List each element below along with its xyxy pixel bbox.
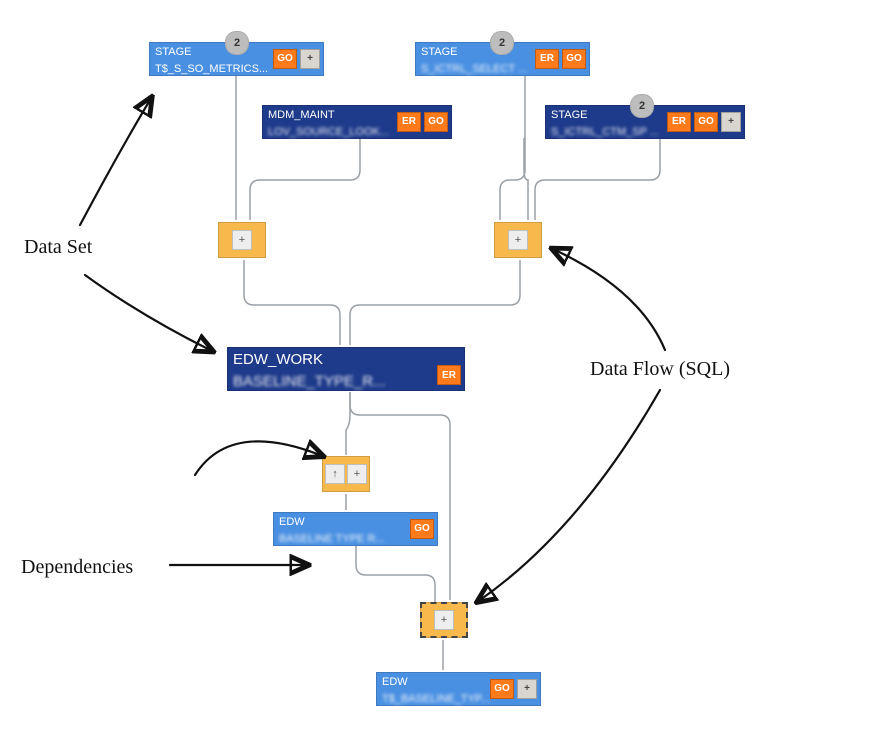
expand-icon[interactable]: + bbox=[517, 679, 537, 699]
expand-icon[interactable]: + bbox=[232, 230, 252, 250]
count-pill: 2 bbox=[490, 31, 514, 55]
node-title: EDW_WORK bbox=[227, 347, 465, 369]
mdm-maint-node[interactable]: MDM_MAINT LOV_SOURCE_LOOK... ER GO bbox=[262, 105, 452, 139]
node-subtitle: BASELINE_TYPE_R... bbox=[227, 369, 465, 391]
go-badge[interactable]: GO bbox=[410, 519, 434, 539]
annotation-dataset: Data Set bbox=[24, 236, 92, 259]
go-badge[interactable]: GO bbox=[562, 49, 586, 69]
er-badge[interactable]: ER bbox=[667, 112, 691, 132]
expand-icon[interactable]: + bbox=[347, 464, 367, 484]
er-badge[interactable]: ER bbox=[535, 49, 559, 69]
up-arrow-icon[interactable]: ↑ bbox=[325, 464, 345, 484]
edw-baseline-node[interactable]: EDW BASELINE TYPE R... GO bbox=[273, 512, 438, 546]
expand-icon[interactable]: + bbox=[508, 230, 528, 250]
join-node[interactable]: ↑ + bbox=[322, 456, 370, 492]
join-node[interactable]: + bbox=[494, 222, 542, 258]
count-pill: 2 bbox=[225, 31, 249, 55]
go-badge[interactable]: GO bbox=[424, 112, 448, 132]
er-badge[interactable]: ER bbox=[397, 112, 421, 132]
join-node[interactable]: + bbox=[218, 222, 266, 258]
diagram-canvas: { "nodes": { "n1": { "line1": "STAGE", "… bbox=[0, 0, 890, 752]
annotation-dataflow: Data Flow (SQL) bbox=[590, 358, 730, 381]
expand-icon[interactable]: + bbox=[300, 49, 320, 69]
expand-icon[interactable]: + bbox=[721, 112, 741, 132]
go-badge[interactable]: GO bbox=[694, 112, 718, 132]
expand-icon[interactable]: + bbox=[434, 610, 454, 630]
join-node-selected[interactable]: + bbox=[420, 602, 468, 638]
edw-ts-node[interactable]: EDW T$_BASELINE_TYP... GO + bbox=[376, 672, 541, 706]
edw-work-node[interactable]: EDW_WORK BASELINE_TYPE_R... ER bbox=[227, 347, 465, 391]
go-badge[interactable]: GO bbox=[273, 49, 297, 69]
go-badge[interactable]: GO bbox=[490, 679, 514, 699]
count-pill: 2 bbox=[630, 94, 654, 118]
annotation-deps: Dependencies bbox=[21, 556, 133, 579]
er-badge[interactable]: ER bbox=[437, 365, 461, 385]
